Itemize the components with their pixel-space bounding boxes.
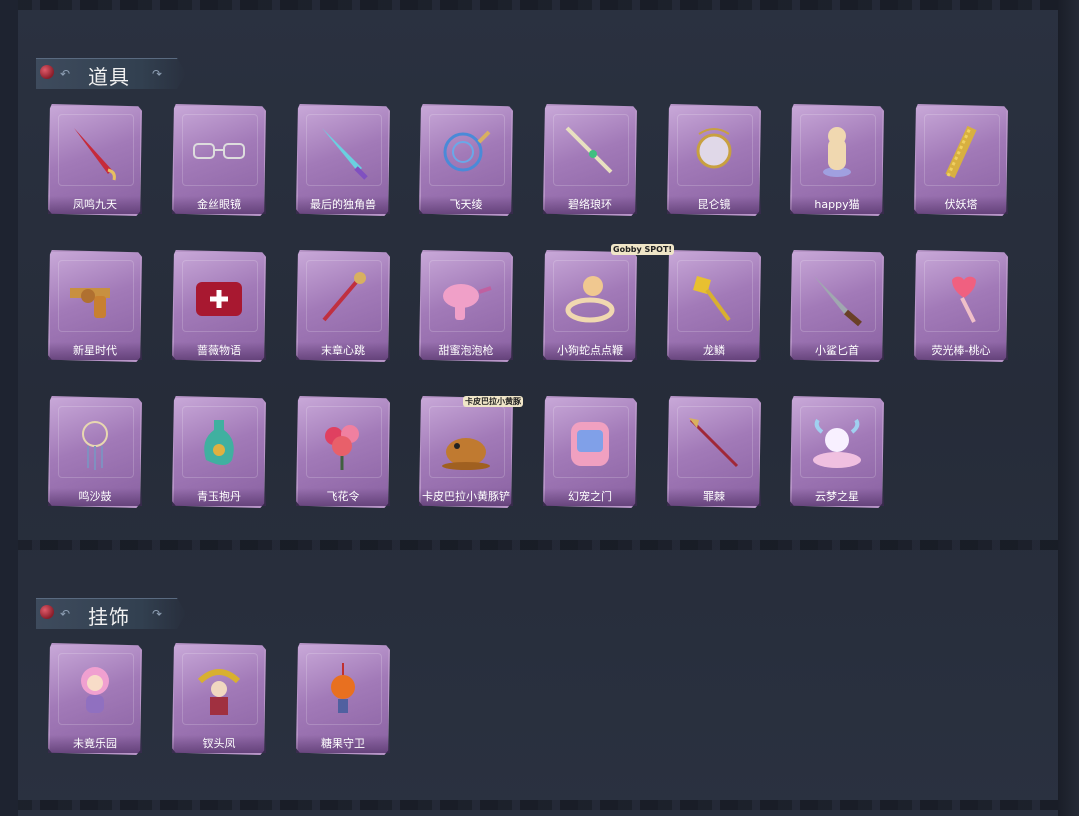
item-slot[interactable]: 飞天绫 <box>419 104 513 216</box>
swirl-left-icon: ↶ <box>60 607 71 621</box>
glasses-icon <box>184 116 254 186</box>
cat-icon <box>802 116 872 186</box>
item-label: 飞天绫 <box>419 196 513 214</box>
vase-icon <box>184 408 254 478</box>
item-label: 罪棘 <box>667 488 761 506</box>
shovel-icon <box>679 262 749 332</box>
item-slot[interactable]: 小狗蛇点点鞭 <box>543 250 637 362</box>
item-slot[interactable]: 伏妖塔 <box>914 104 1008 216</box>
item-label: 云梦之星 <box>790 488 884 506</box>
item-slot[interactable]: 碧络琅环 <box>543 104 637 216</box>
item-label: 最后的独角兽 <box>296 196 390 214</box>
section-header-pendants: ↶ 挂饰 ↷ <box>36 598 186 629</box>
sticker-badge: 卡皮巴拉小黄豚 <box>463 396 523 407</box>
swirl-right-icon: ↷ <box>152 607 163 621</box>
pagoda-icon <box>926 116 996 186</box>
unicorn-cloud-icon <box>802 408 872 478</box>
item-label: 糖果守卫 <box>296 735 390 753</box>
medkit-icon <box>184 262 254 332</box>
item-slot[interactable]: 卡皮巴拉小黄豚铲 <box>419 396 513 508</box>
pumpkin-icon <box>308 655 378 725</box>
shark-dagger-icon <box>802 262 872 332</box>
item-label: 昆仑镜 <box>667 196 761 214</box>
revolver-icon <box>60 262 130 332</box>
item-slot[interactable]: 飞花令 <box>296 396 390 508</box>
item-label: 甜蜜泡泡枪 <box>419 342 513 360</box>
item-slot[interactable]: happy猫 <box>790 104 884 216</box>
item-label: 飞花令 <box>296 488 390 506</box>
item-slot[interactable]: 幻宠之门 <box>543 396 637 508</box>
item-slot[interactable]: 昆仑镜 <box>667 104 761 216</box>
snake-whip-icon <box>555 262 625 332</box>
item-slot[interactable]: 糖果守卫 <box>296 643 390 755</box>
item-label: 钗头凤 <box>172 735 266 753</box>
section-divider <box>18 540 1058 550</box>
item-label: 荧光棒-桃心 <box>914 342 1008 360</box>
headdress-icon <box>184 655 254 725</box>
item-slot[interactable]: 钗头凤 <box>172 643 266 755</box>
mirror-icon <box>679 116 749 186</box>
item-label: 碧络琅环 <box>543 196 637 214</box>
item-slot[interactable]: 云梦之星 <box>790 396 884 508</box>
sticker-badge: Gobby SPOT! <box>611 244 675 255</box>
item-slot[interactable]: 未竟乐园 <box>48 643 142 755</box>
item-label: 幻宠之门 <box>543 488 637 506</box>
gem-icon <box>40 65 54 79</box>
red-sword-icon <box>60 116 130 186</box>
item-label: 金丝眼镜 <box>172 196 266 214</box>
section-title: 道具 <box>88 65 130 89</box>
item-slot[interactable]: 小鲨匕首 <box>790 250 884 362</box>
item-slot[interactable]: 罪棘 <box>667 396 761 508</box>
jade-ring-blade-icon <box>555 116 625 186</box>
section-title: 挂饰 <box>88 605 130 629</box>
item-slot[interactable]: 鸣沙鼓 <box>48 396 142 508</box>
panel-edge <box>1058 0 1079 816</box>
item-label: 蔷薇物语 <box>172 342 266 360</box>
section-header-props: ↶ 道具 ↷ <box>36 58 186 89</box>
item-slot[interactable]: 蔷薇物语 <box>172 250 266 362</box>
item-label: 卡皮巴拉小黄豚铲 <box>419 488 513 506</box>
swirl-left-icon: ↶ <box>60 67 71 81</box>
item-slot[interactable]: 最后的独角兽 <box>296 104 390 216</box>
item-label: 凤鸣九天 <box>48 196 142 214</box>
item-label: 末章心跳 <box>296 342 390 360</box>
gem-icon <box>40 605 54 619</box>
item-slot[interactable]: 凤鸣九天 <box>48 104 142 216</box>
device-icon <box>555 408 625 478</box>
item-label: 青玉抱丹 <box>172 488 266 506</box>
item-slot[interactable]: 新星时代 <box>48 250 142 362</box>
item-label: happy猫 <box>790 196 884 214</box>
item-label: 新星时代 <box>48 342 142 360</box>
item-slot[interactable]: 青玉抱丹 <box>172 396 266 508</box>
bottom-border <box>18 800 1058 810</box>
item-label: 鸣沙鼓 <box>48 488 142 506</box>
dreamcatcher-icon <box>60 408 130 478</box>
item-slot[interactable]: 龙鳞 <box>667 250 761 362</box>
doll-icon <box>60 655 130 725</box>
item-slot[interactable]: 末章心跳 <box>296 250 390 362</box>
ribbon-whip-icon <box>431 116 501 186</box>
item-label: 小狗蛇点点鞭 <box>543 342 637 360</box>
item-slot[interactable]: 甜蜜泡泡枪 <box>419 250 513 362</box>
swirl-right-icon: ↷ <box>152 67 163 81</box>
capybara-icon <box>431 408 501 478</box>
item-label: 小鲨匕首 <box>790 342 884 360</box>
flower-bouquet-icon <box>308 408 378 478</box>
item-label: 未竟乐园 <box>48 735 142 753</box>
unicorn-blade-icon <box>308 116 378 186</box>
item-slot[interactable]: 金丝眼镜 <box>172 104 266 216</box>
item-label: 伏妖塔 <box>914 196 1008 214</box>
top-border <box>18 0 1058 10</box>
heart-wand-icon <box>926 262 996 332</box>
scepter-icon <box>308 262 378 332</box>
bubble-gun-icon <box>431 262 501 332</box>
item-label: 龙鳞 <box>667 342 761 360</box>
spear-icon <box>679 408 749 478</box>
item-slot[interactable]: 荧光棒-桃心 <box>914 250 1008 362</box>
